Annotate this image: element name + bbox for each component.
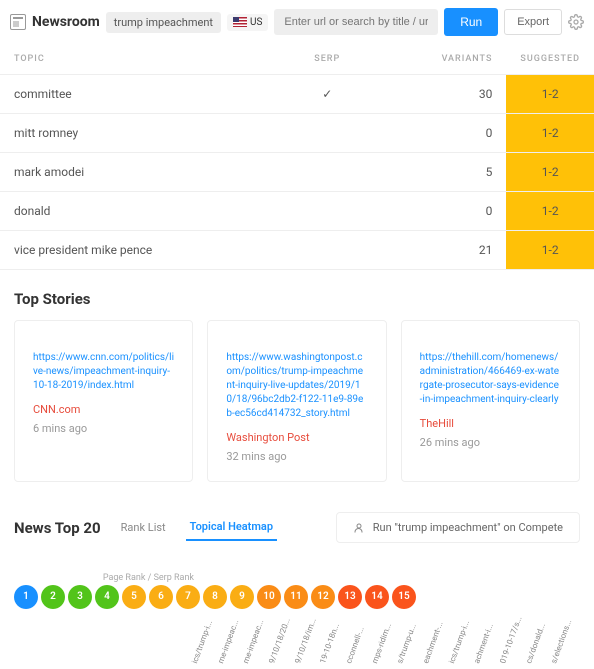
table-row[interactable]: vice president mike pence 21 1-2 (0, 231, 594, 270)
suggested-cell: 1-2 (506, 153, 594, 192)
story-source: CNN.com (33, 403, 174, 416)
rank-bubble[interactable]: 9 (230, 585, 254, 609)
serp-cell (282, 231, 373, 270)
run-button[interactable]: Run (444, 8, 498, 36)
rank-bubble[interactable]: 8 (203, 585, 227, 609)
col-topic: TOPIC (0, 44, 282, 75)
story-source: TheHill (420, 417, 561, 430)
rank-bubble[interactable]: 4 (95, 585, 119, 609)
variants-cell: 30 (373, 75, 507, 114)
rank-bubble[interactable]: 3 (68, 585, 92, 609)
story-url[interactable]: https://www.washingtonpost.com/politics/… (226, 351, 367, 421)
table-row[interactable]: donald 0 1-2 (0, 192, 594, 231)
suggested-cell: 1-2 (506, 114, 594, 153)
gear-icon[interactable] (568, 14, 584, 30)
serp-cell (282, 153, 373, 192)
topic-cell: committee (0, 75, 282, 114)
story-url[interactable]: https://thehill.com/homenews/administrat… (420, 351, 561, 407)
variants-cell: 21 (373, 231, 507, 270)
rank-bubble[interactable]: 12 (311, 585, 335, 609)
table-row[interactable]: committee ✓ 30 1-2 (0, 75, 594, 114)
variants-cell: 5 (373, 153, 507, 192)
export-button[interactable]: Export (504, 9, 562, 35)
search-input[interactable] (274, 9, 438, 35)
col-serp: SERP (282, 44, 373, 75)
story-time: 26 mins ago (420, 436, 561, 449)
locale-selector[interactable]: US (227, 14, 268, 31)
story-url[interactable]: https://www.cnn.com/politics/live-news/i… (33, 351, 174, 393)
serp-cell: ✓ (282, 75, 373, 114)
table-row[interactable]: mark amodei 5 1-2 (0, 153, 594, 192)
app-logo: Newsroom (10, 14, 100, 30)
tab-rank-list[interactable]: Rank List (117, 515, 170, 540)
col-variants: VARIANTS (373, 44, 507, 75)
rank-bubble[interactable]: 6 (149, 585, 173, 609)
serp-cell (282, 114, 373, 153)
suggested-cell: 1-2 (506, 192, 594, 231)
col-suggested: SUGGESTED (506, 44, 594, 75)
rank-bubble[interactable]: 13 (338, 585, 362, 609)
compete-label: Run "trump impeachment" on Compete (373, 521, 563, 534)
topic-cell: vice president mike pence (0, 231, 282, 270)
heatmap-axis-label: Page Rank / Serp Rank (14, 563, 194, 585)
query-badge[interactable]: trump impeachment (106, 12, 221, 33)
user-icon (353, 522, 365, 534)
newsroom-icon (10, 14, 26, 30)
app-title: Newsroom (32, 14, 100, 30)
variants-cell: 0 (373, 192, 507, 231)
us-flag-icon (233, 17, 247, 27)
rank-bubble[interactable]: 11 (284, 585, 308, 609)
variants-cell: 0 (373, 114, 507, 153)
rank-bubble[interactable]: 1 (14, 585, 38, 609)
rank-bubble[interactable]: 10 (257, 585, 281, 609)
table-row[interactable]: mitt romney 0 1-2 (0, 114, 594, 153)
story-time: 6 mins ago (33, 422, 174, 435)
news-top-20-title: News Top 20 (14, 519, 101, 537)
rank-bubble[interactable]: 7 (176, 585, 200, 609)
topics-table: TOPIC SERP VARIANTS SUGGESTED committee … (0, 44, 594, 270)
story-time: 32 mins ago (226, 450, 367, 463)
rank-bubble[interactable]: 15 (392, 585, 416, 609)
story-source: Washington Post (226, 431, 367, 444)
tab-topical-heatmap[interactable]: Topical Heatmap (186, 514, 277, 541)
run-on-compete-button[interactable]: Run "trump impeachment" on Compete (336, 512, 580, 543)
top-stories-title: Top Stories (0, 270, 594, 320)
suggested-cell: 1-2 (506, 231, 594, 270)
serp-cell (282, 192, 373, 231)
topic-cell: donald (0, 192, 282, 231)
rank-bubble[interactable]: 5 (122, 585, 146, 609)
topic-cell: mark amodei (0, 153, 282, 192)
suggested-cell: 1-2 (506, 75, 594, 114)
topic-cell: mitt romney (0, 114, 282, 153)
story-card[interactable]: https://www.cnn.com/politics/live-news/i… (14, 320, 193, 482)
story-card[interactable]: https://www.washingtonpost.com/politics/… (207, 320, 386, 482)
story-card[interactable]: https://thehill.com/homenews/administrat… (401, 320, 580, 482)
rank-bubble[interactable]: 2 (41, 585, 65, 609)
rank-bubble[interactable]: 14 (365, 585, 389, 609)
locale-code: US (250, 17, 262, 28)
